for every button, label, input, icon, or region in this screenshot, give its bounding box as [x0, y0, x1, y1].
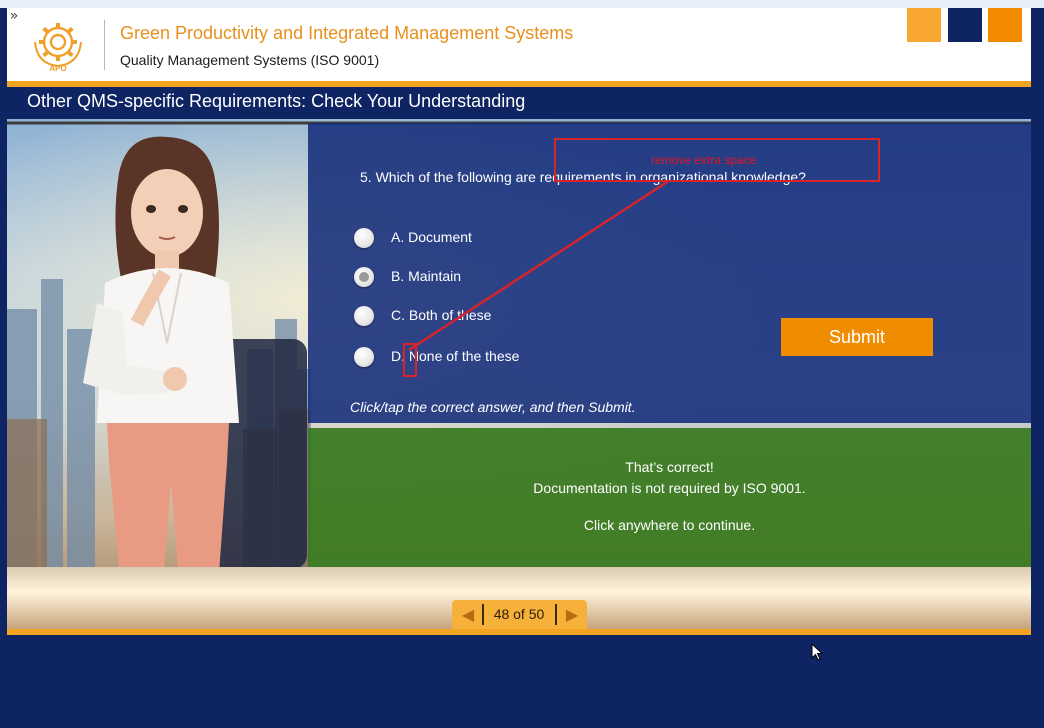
character-illustration — [83, 136, 239, 629]
slide-stage[interactable]: 5. Which of the following are requiremen… — [7, 119, 1031, 629]
slide-counter: 48 of 50 — [493, 606, 545, 622]
radio-button[interactable] — [354, 306, 374, 326]
brand-square-navy — [948, 8, 982, 42]
triangle-right-icon[interactable]: ▶ — [558, 600, 586, 629]
brand-square-light-orange — [907, 8, 941, 42]
answer-label: A. Document — [391, 229, 472, 245]
feedback-panel[interactable]: That’s correct! Documentation is not req… — [308, 428, 1031, 567]
answer-label: C. Both of these — [391, 307, 492, 323]
nav-divider — [555, 604, 557, 625]
brand-square-orange — [988, 8, 1022, 42]
continue-prompt: Click anywhere to continue. — [583, 517, 756, 533]
triangle-left-icon[interactable]: ◀ — [454, 600, 482, 629]
feedback-explanation-text: Documentation is not required by ISO 900… — [533, 480, 806, 496]
radio-button[interactable] — [354, 228, 374, 248]
feedback-correct-text: That’s correct! — [625, 459, 714, 475]
radio-button[interactable] — [354, 347, 374, 367]
apo-logo: APO — [34, 23, 82, 72]
answer-label: B. Maintain — [391, 268, 462, 284]
course-title: Green Productivity and Integrated Manage… — [120, 23, 574, 43]
browser-top-strip — [0, 0, 1044, 8]
logo-text: APO — [49, 64, 66, 72]
course-header: APO Green Productivity and Integrated Ma… — [7, 8, 1031, 81]
header-accent-bar — [7, 81, 1031, 87]
submit-button[interactable]: Submit — [781, 318, 933, 356]
header-divider — [104, 20, 105, 70]
annotation-highlight-box — [403, 343, 417, 377]
slide-title: Other QMS-specific Requirements: Check Y… — [27, 91, 526, 111]
footer-accent-bar — [7, 629, 1031, 635]
annotation-text: remove extra space — [651, 153, 757, 167]
radio-button-selected[interactable] — [354, 267, 374, 287]
instruction-text: Click/tap the correct answer, and then S… — [350, 399, 636, 415]
expand-sidebar-icon[interactable]: » — [7, 9, 21, 25]
slide-navigation: ◀ 48 of 50 ▶ — [452, 600, 587, 629]
mouse-cursor-icon — [811, 643, 824, 661]
course-subtitle: Quality Management Systems (ISO 9001) — [120, 52, 380, 68]
